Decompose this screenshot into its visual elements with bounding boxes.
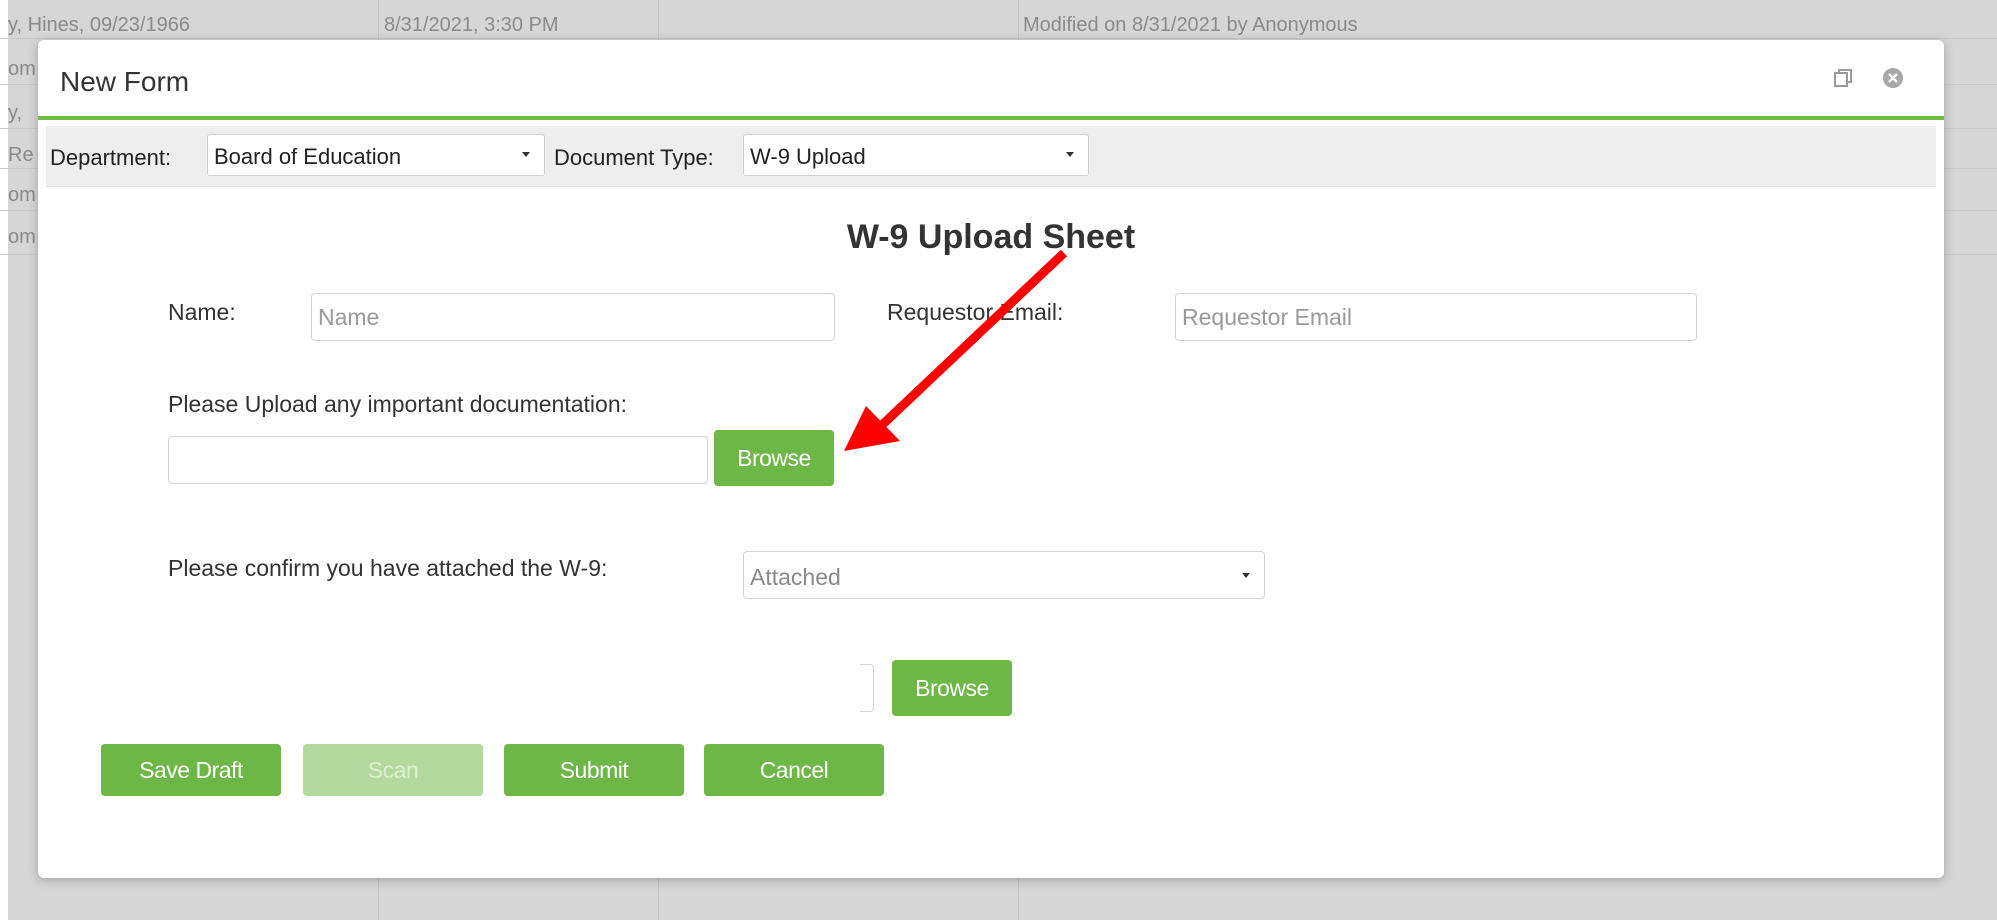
browse-button[interactable]: Browse (714, 430, 834, 486)
row-status: Modified on 8/31/2021 by Anonymous (1023, 14, 1358, 36)
form-title: W-9 Upload Sheet (846, 218, 1136, 256)
requestor-email-input[interactable] (1175, 293, 1697, 341)
row-name: om (8, 184, 36, 206)
close-icon[interactable] (1881, 66, 1905, 90)
save-draft-button[interactable]: Save Draft (101, 744, 281, 796)
list-row[interactable]: y, Hines, 09/23/1966 8/31/2021, 3:30 PM … (0, 10, 1997, 39)
chevron-down-icon (1066, 152, 1074, 157)
restore-icon[interactable] (1831, 66, 1855, 90)
background-left-strip (0, 0, 8, 920)
confirm-attached-value: Attached (750, 564, 841, 590)
chevron-down-icon (1242, 573, 1250, 578)
cancel-button[interactable]: Cancel (704, 744, 884, 796)
document-type-value: W-9 Upload (750, 144, 866, 169)
upload-label: Please Upload any important documentatio… (168, 391, 628, 417)
row-name: y, Hines, 09/23/1966 (8, 14, 190, 36)
submit-button[interactable]: Submit (504, 744, 684, 796)
department-label: Department: (50, 145, 172, 170)
file-input-stub[interactable] (860, 664, 874, 712)
file-path-input[interactable] (168, 436, 708, 484)
document-type-label: Document Type: (554, 145, 714, 170)
department-value: Board of Education (214, 144, 402, 169)
name-label: Name: (168, 299, 236, 325)
row-name: om (8, 226, 36, 248)
confirm-attached-select[interactable]: Attached (743, 551, 1265, 599)
confirm-attached-label: Please confirm you have attached the W-9… (168, 555, 608, 581)
dialog-header: New Form (38, 40, 1944, 120)
document-type-select[interactable]: W-9 Upload (743, 134, 1089, 176)
row-date: 8/31/2021, 3:30 PM (384, 14, 559, 36)
row-name: om (8, 58, 36, 80)
row-name: Re (8, 144, 34, 166)
name-input[interactable] (311, 293, 835, 341)
form-toolbar: Department: Board of Education Document … (46, 126, 1936, 187)
browse-button-secondary[interactable]: Browse (892, 660, 1012, 716)
new-form-dialog: New Form Department: Board of Education … (38, 40, 1944, 878)
department-select[interactable]: Board of Education (207, 134, 545, 176)
scan-button[interactable]: Scan (303, 744, 483, 796)
row-name: y, (8, 102, 23, 124)
chevron-down-icon (522, 152, 530, 157)
dialog-title: New Form (60, 66, 190, 97)
requestor-email-label: Requestor Email: (887, 299, 1064, 325)
